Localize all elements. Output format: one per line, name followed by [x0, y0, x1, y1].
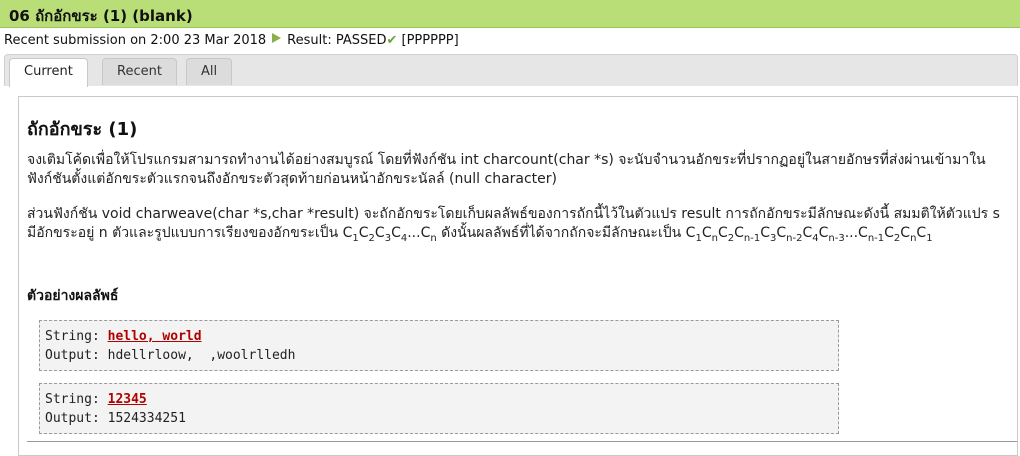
problem-panel: ถักอักขระ (1) จงเติมโค้ดเพื่อให้โปรแกรมส…	[18, 96, 1018, 456]
string-label: String:	[45, 392, 100, 407]
arrow-icon	[272, 33, 282, 43]
divider	[27, 441, 1017, 442]
page-title: 06 ถักอักขระ (1) (blank)	[9, 7, 193, 25]
output-value: hdellrloow, ,woolrlledh	[107, 348, 296, 363]
examples-heading: ตัวอย่างผลลัพธ์	[27, 288, 119, 304]
string-value: hello, world	[107, 329, 202, 344]
string-value: 12345	[107, 392, 147, 407]
tab-all[interactable]: All	[186, 58, 233, 85]
submission-status: Recent submission on 2:00 23 Mar 2018 Res…	[4, 33, 459, 48]
tab-recent[interactable]: Recent	[102, 58, 177, 85]
output-value: 1524334251	[107, 411, 186, 426]
problem-heading: ถักอักขระ (1)	[27, 119, 138, 140]
title-bar: 06 ถักอักขระ (1) (blank)	[0, 0, 1020, 28]
sequence-formula: C1C2C3C4...Cn	[342, 225, 437, 244]
result-formula: C1CnC2Cn-1C3Cn-2C4Cn-3...Cn-1C2CnC1	[685, 225, 933, 244]
string-label: String:	[45, 329, 100, 344]
submission-time: Recent submission on 2:00 23 Mar 2018	[4, 33, 267, 48]
tab-bar: Current Recent All	[4, 54, 1018, 87]
example-box-1: String: hello, world Output: hdellrloow,…	[39, 320, 839, 371]
example-box-2: String: 12345 Output: 1524334251	[39, 383, 839, 434]
result-text: Result: PASSED	[287, 33, 387, 48]
output-label: Output:	[45, 411, 100, 426]
output-label: Output:	[45, 348, 100, 363]
description-paragraph-1: จงเติมโค้ดเพื่อให้โปรแกรมสามารถทำงานได้อ…	[27, 152, 986, 187]
paragraph-2-text-b: ดังนั้นผลลัพธ์ที่ได้จากถักจะมีลักษณะเป็น	[436, 225, 686, 241]
tab-current[interactable]: Current	[9, 58, 88, 87]
check-icon: ✔	[386, 33, 398, 48]
description-paragraph-2: ส่วนฟังก์ชัน void charweave(char *s,char…	[27, 205, 1007, 248]
result-detail: [PPPPPP]	[401, 33, 459, 48]
